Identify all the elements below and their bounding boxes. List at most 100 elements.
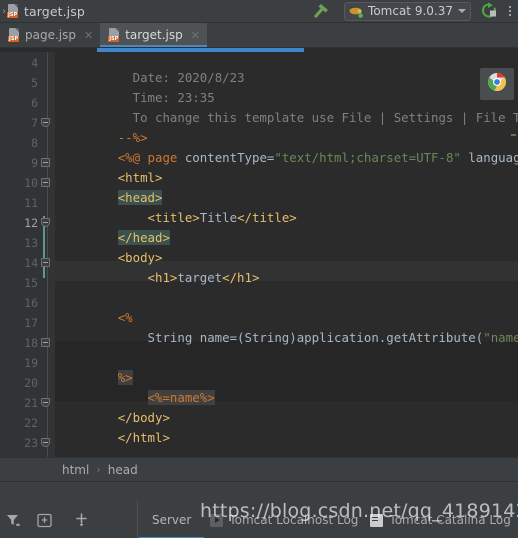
jsp-badge-label: JSP xyxy=(7,12,19,18)
code-token: To change this template use File | Setti… xyxy=(132,110,518,125)
line-number: 6 xyxy=(31,96,38,110)
fold-marker[interactable] xyxy=(41,158,50,167)
code-token: </h1> xyxy=(222,270,260,285)
fold-marker[interactable] xyxy=(41,338,50,347)
code-line-22: </html> xyxy=(55,408,170,445)
layout-settings-icon[interactable] xyxy=(36,512,53,529)
fold-marker[interactable] xyxy=(41,178,50,187)
line-number: 15 xyxy=(24,276,38,290)
line-number: 20 xyxy=(24,376,38,390)
run-item-tomcat-catalina-log[interactable]: Tomcat Catalina Log xyxy=(364,513,516,527)
fold-marker[interactable] xyxy=(41,258,50,267)
chevron-down-icon[interactable] xyxy=(458,9,466,13)
code-token: target xyxy=(177,270,223,285)
code-token: "text/html;charset=UTF-8" xyxy=(274,150,461,165)
browser-preview-popup[interactable] xyxy=(480,68,514,100)
close-icon[interactable]: ✕ xyxy=(84,30,93,41)
line-number: 5 xyxy=(31,76,38,90)
selection-highlight xyxy=(97,48,304,52)
code-line-19: %> xyxy=(55,348,133,385)
code-line-17: String name=(String)application.getAttri… xyxy=(55,308,518,345)
close-icon[interactable]: ✕ xyxy=(191,30,200,41)
run-item-label: Tomcat Localhost Log xyxy=(229,513,359,527)
editor-tab-label: target.jsp xyxy=(125,28,183,42)
play-icon xyxy=(210,513,224,527)
scrollbar-marker xyxy=(511,134,516,136)
line-number: 8 xyxy=(31,136,38,150)
breadcrumb-chevron-icon: › xyxy=(2,5,6,17)
chrome-browser-icon[interactable] xyxy=(487,72,507,96)
jsp-file-icon: JSP xyxy=(8,28,21,42)
run-item-tomcat-localhost-log[interactable]: Tomcat Localhost Log xyxy=(204,513,364,527)
tool-window-tab-server[interactable]: Server xyxy=(139,501,205,538)
breadcrumb-item-head[interactable]: head xyxy=(108,463,138,477)
code-token: language= xyxy=(468,150,518,165)
line-number: 12 xyxy=(24,216,38,230)
jsp-badge-label: JSP xyxy=(108,36,120,42)
code-content[interactable]: Date: 2020/8/23 Time: 23:35 To change th… xyxy=(55,48,518,457)
gutter-divider xyxy=(47,48,48,457)
hammer-build-icon[interactable] xyxy=(310,1,334,21)
fold-marker[interactable] xyxy=(41,438,50,447)
run-configuration-selector[interactable]: Tomcat 9.0.37 xyxy=(344,1,471,21)
plus-icon[interactable] xyxy=(74,512,91,529)
jsp-badge-label: JSP xyxy=(8,36,20,42)
code-token: <h1> xyxy=(147,270,178,285)
code-token: contentType= xyxy=(177,150,275,165)
line-number: 10 xyxy=(24,176,38,190)
fold-marker[interactable] xyxy=(41,218,50,227)
code-line-16: <% xyxy=(55,288,133,325)
bottom-tool-window: Server Tomcat Localhost Log Tomcat Catal… xyxy=(0,481,518,538)
line-number: 17 xyxy=(24,316,38,330)
jsp-file-icon: JSP xyxy=(108,28,121,42)
breadcrumb[interactable]: html › head xyxy=(0,457,518,481)
redeploy-icon[interactable] xyxy=(479,1,499,21)
code-token: </html> xyxy=(117,430,170,445)
tomcat-cat-icon xyxy=(348,4,364,18)
tool-window-actions xyxy=(0,501,138,538)
editor-gutter[interactable]: 4 5 6 7 8 9 10 11 12 13 14 15 16 17 18 1… xyxy=(0,48,55,457)
tool-window-tab-label: Server xyxy=(152,513,192,527)
code-token: Title xyxy=(199,210,238,225)
fold-marker[interactable] xyxy=(41,118,50,127)
editor-tab-label: page.jsp xyxy=(25,28,76,42)
code-token: </title> xyxy=(237,210,297,225)
code-line-8: <%@ page contentType="text/html;charset=… xyxy=(55,128,518,165)
run-item-label: Tomcat Catalina Log xyxy=(389,513,511,527)
jsp-file-icon: JSP xyxy=(7,4,20,18)
line-number: 7 xyxy=(31,116,38,130)
line-number: 22 xyxy=(24,416,38,430)
code-line-7: --%> xyxy=(55,108,148,145)
code-line-12: </head> xyxy=(55,208,170,245)
code-token: "name" xyxy=(483,330,518,345)
line-number: 19 xyxy=(24,356,38,370)
code-token: String name=(String)application.getAttri… xyxy=(147,330,484,345)
chevron-right-icon: › xyxy=(96,463,101,476)
more-options-icon[interactable] xyxy=(505,6,515,16)
code-line-13: <body> xyxy=(55,228,163,265)
line-number: 14 xyxy=(24,256,38,270)
editor-tab-target-jsp[interactable]: JSP target.jsp ✕ xyxy=(100,23,207,47)
line-number: 16 xyxy=(24,296,38,310)
code-line-10: <head> xyxy=(55,168,163,205)
breadcrumb-item-html[interactable]: html xyxy=(62,463,89,477)
scrolled-partial-line xyxy=(0,48,518,52)
fold-marker[interactable] xyxy=(41,398,50,407)
code-editor[interactable]: 4 5 6 7 8 9 10 11 12 13 14 15 16 17 18 1… xyxy=(0,48,518,457)
code-line-5: Time: 23:35 xyxy=(55,68,215,105)
code-line-6: To change this template use File | Setti… xyxy=(55,88,518,125)
run-configuration-label: Tomcat 9.0.37 xyxy=(368,4,453,18)
code-line-14: <h1>target</h1> xyxy=(55,248,260,285)
main-toolbar: › JSP target.jsp Tomcat 9.0.37 xyxy=(0,0,518,23)
filter-icon[interactable] xyxy=(6,512,23,529)
code-line-11: <title>Title</title> xyxy=(55,188,297,225)
idea-window: › JSP target.jsp Tomcat 9.0.37 JSP page.… xyxy=(0,0,518,538)
editor-tab-page-jsp[interactable]: JSP page.jsp ✕ xyxy=(0,23,100,47)
code-line-9: <html> xyxy=(55,148,163,185)
line-number: 18 xyxy=(24,336,38,350)
line-number: 21 xyxy=(24,396,38,410)
line-number: 13 xyxy=(24,236,38,250)
line-number: 9 xyxy=(31,156,38,170)
